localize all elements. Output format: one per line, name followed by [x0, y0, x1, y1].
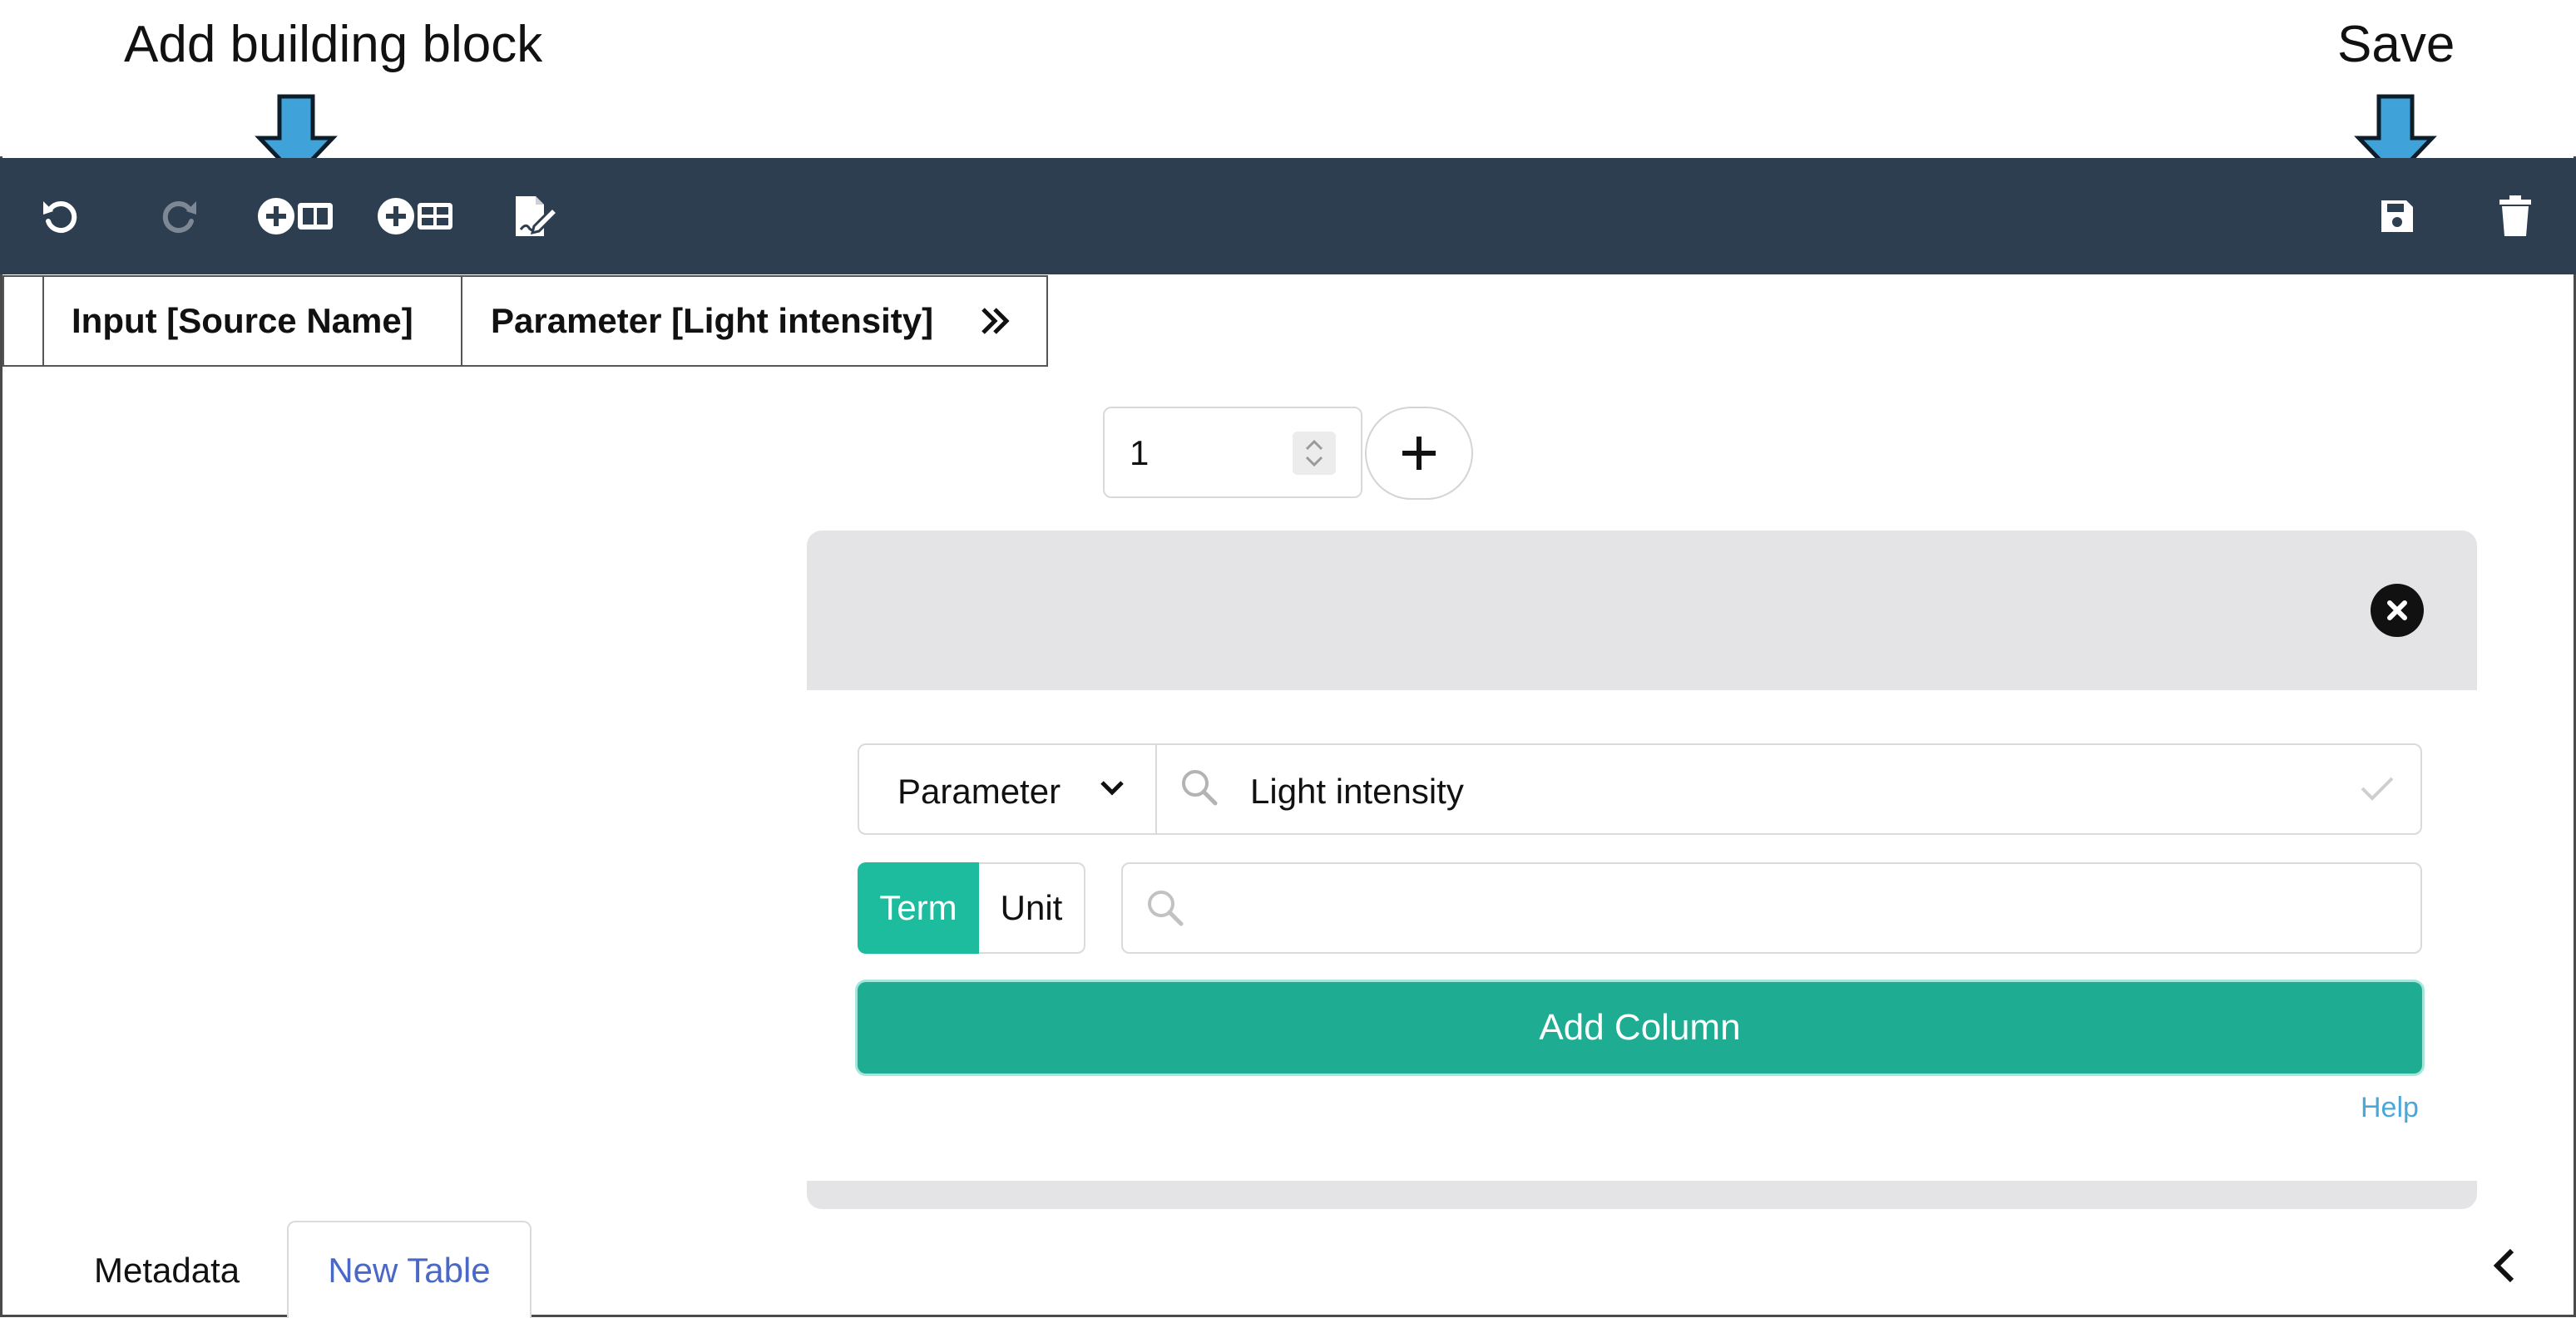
undo-button[interactable] [35, 191, 85, 241]
term-toggle-unit[interactable]: Unit [979, 862, 1085, 954]
column-header-parameter[interactable]: Parameter [Light intensity] [461, 277, 1046, 365]
add-template-button[interactable] [376, 191, 456, 241]
delete-button[interactable] [2492, 191, 2539, 241]
type-select-value: Parameter [897, 772, 1061, 811]
check-icon [2361, 777, 2394, 801]
chevron-left-icon [2493, 1248, 2514, 1283]
panel-footer [807, 1181, 2477, 1209]
spinner-arrows-icon [1305, 439, 1323, 467]
undo-icon [43, 201, 77, 234]
row-index-header [2, 277, 42, 365]
trash-icon [2499, 195, 2531, 236]
redo-icon [162, 201, 196, 234]
double-chevron-right-icon[interactable] [977, 303, 1013, 339]
save-button[interactable] [2374, 191, 2420, 241]
table-header-row: Input [Source Name] Parameter [Light int… [2, 275, 1048, 367]
building-block-type-select[interactable]: Parameter [858, 743, 1157, 835]
save-icon [2381, 200, 2413, 232]
term-search-input[interactable]: Light intensity [1155, 743, 2422, 835]
column-header-input[interactable]: Input [Source Name] [42, 277, 461, 365]
term-search-value: Light intensity [1250, 772, 1464, 811]
collapse-sidebar-button[interactable] [2482, 1242, 2529, 1289]
tab-metadata[interactable]: Metadata [94, 1251, 240, 1291]
edit-metadata-icon [516, 196, 557, 236]
close-icon [2387, 600, 2407, 620]
redo-button[interactable] [155, 191, 205, 241]
term-toggle-term[interactable]: Term [858, 862, 979, 954]
annotation-save: Save [2337, 16, 2455, 73]
add-template-icon [378, 198, 452, 234]
row-count-input[interactable]: 1 [1103, 407, 1362, 498]
unit-search-input[interactable] [1121, 862, 2422, 954]
add-building-block-icon [258, 198, 333, 234]
row-count-spinner[interactable] [1293, 432, 1336, 475]
edit-metadata-button[interactable] [509, 191, 559, 241]
add-rows-button[interactable] [1365, 407, 1473, 500]
row-count-value: 1 [1130, 433, 1150, 472]
help-link[interactable]: Help [2361, 1092, 2419, 1124]
tab-new-table[interactable]: New Table [287, 1221, 532, 1318]
panel-header [807, 531, 2477, 690]
add-column-button[interactable]: Add Column [858, 982, 2422, 1074]
add-building-block-button[interactable] [256, 191, 336, 241]
plus-icon [1402, 437, 1436, 470]
close-panel-button[interactable] [2371, 584, 2424, 637]
search-icon [1182, 770, 1218, 806]
annotation-add-building-block: Add building block [124, 16, 543, 73]
search-icon [1148, 891, 1184, 926]
toolbar [0, 158, 2576, 274]
column-header-label: Parameter [Light intensity] [491, 301, 934, 340]
chevron-down-icon [1100, 781, 1124, 796]
